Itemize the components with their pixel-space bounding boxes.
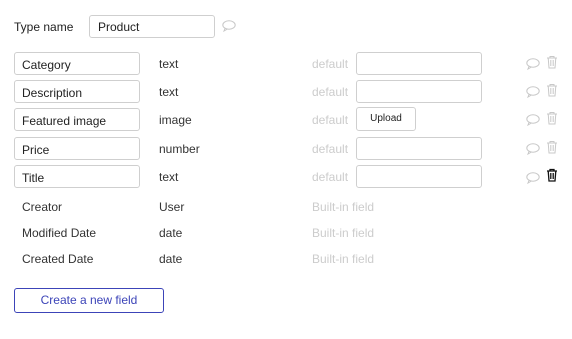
default-value-input[interactable]	[356, 165, 482, 188]
comment-icon[interactable]	[526, 172, 540, 184]
builtin-field-type: date	[159, 226, 183, 240]
builtin-field-note: Built-in field	[312, 200, 375, 214]
default-value-input[interactable]	[356, 137, 482, 160]
field-name-input[interactable]: Category	[14, 52, 140, 75]
default-value-input[interactable]	[356, 80, 482, 103]
field-row-price: Price number default	[0, 137, 572, 161]
builtin-field-note: Built-in field	[312, 252, 375, 266]
field-row-title: Title text default	[0, 165, 572, 189]
comment-icon[interactable]	[526, 114, 540, 126]
field-name-input[interactable]: Price	[14, 137, 140, 160]
field-name-input[interactable]: Description	[14, 80, 140, 103]
builtin-field-name: Creator	[22, 200, 63, 214]
trash-icon[interactable]	[546, 55, 558, 69]
field-name-input[interactable]: Featured image	[14, 108, 140, 131]
comment-icon[interactable]	[526, 143, 540, 155]
trash-icon[interactable]	[546, 168, 558, 182]
type-name-input[interactable]: Product	[89, 15, 215, 38]
upload-button[interactable]: Upload	[356, 107, 416, 131]
builtin-field-name: Modified Date	[22, 226, 97, 240]
builtin-row-created-date: Created Date date Built-in field	[0, 252, 572, 268]
field-type: text	[159, 85, 179, 99]
field-type: number	[159, 142, 200, 156]
field-row-category: Category text default	[0, 52, 572, 76]
trash-icon[interactable]	[546, 111, 558, 125]
type-name-label: Type name	[14, 20, 74, 34]
field-row-featured-image: Featured image image default Upload	[0, 107, 572, 132]
comment-icon[interactable]	[526, 86, 540, 98]
builtin-row-creator: Creator User Built-in field	[0, 200, 572, 216]
create-new-field-button[interactable]: Create a new field	[14, 288, 164, 313]
default-label: default	[312, 57, 349, 71]
field-name-input[interactable]: Title	[14, 165, 140, 188]
comment-icon[interactable]	[526, 58, 540, 70]
default-label: default	[312, 142, 349, 156]
trash-icon[interactable]	[546, 140, 558, 154]
field-type: text	[159, 170, 179, 184]
builtin-field-type: User	[159, 200, 185, 214]
builtin-field-name: Created Date	[22, 252, 94, 266]
field-type: image	[159, 113, 192, 127]
builtin-row-modified-date: Modified Date date Built-in field	[0, 226, 572, 242]
trash-icon[interactable]	[546, 83, 558, 97]
default-label: default	[312, 170, 349, 184]
field-row-description: Description text default	[0, 80, 572, 104]
default-label: default	[312, 85, 349, 99]
comment-icon[interactable]	[222, 20, 236, 32]
default-label: default	[312, 113, 349, 127]
builtin-field-note: Built-in field	[312, 226, 375, 240]
field-type: text	[159, 57, 179, 71]
default-value-input[interactable]	[356, 52, 482, 75]
builtin-field-type: date	[159, 252, 183, 266]
